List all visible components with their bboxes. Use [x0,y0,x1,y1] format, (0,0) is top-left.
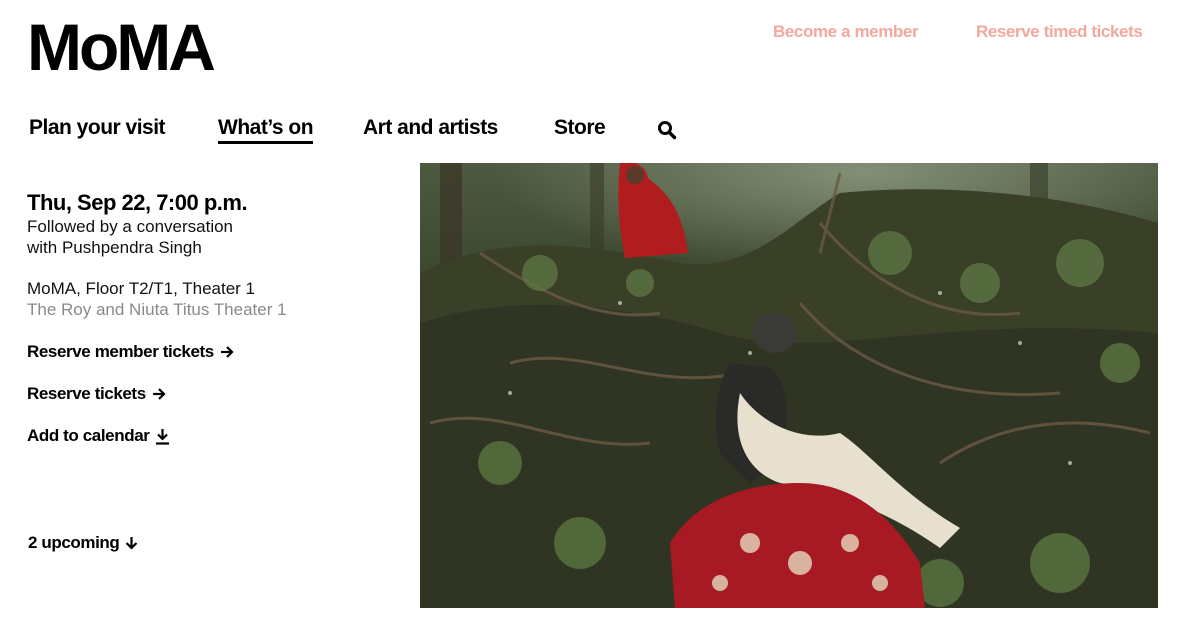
nav-plan-your-visit[interactable]: Plan your visit [29,116,166,140]
reserve-member-tickets-label: Reserve member tickets [27,342,214,361]
arrow-down-icon [126,537,138,550]
event-followup-line1: Followed by a conversation [27,217,234,236]
reserve-tickets-link[interactable]: Reserve tickets [27,384,166,404]
arrow-right-icon [220,346,234,358]
nav-store[interactable]: Store [554,116,606,140]
event-info: Thu, Sep 22, 7:00 p.m. Followed by a con… [27,190,407,320]
reserve-member-tickets-link[interactable]: Reserve member tickets [27,342,234,362]
upcoming-toggle[interactable]: 2 upcoming [28,533,138,553]
event-date: Thu, Sep 22, 7:00 p.m. [27,190,248,215]
reserve-timed-tickets-link[interactable]: Reserve timed tickets [976,22,1143,42]
arrow-right-icon [152,388,166,400]
event-venue: MoMA, Floor T2/T1, Theater 1 [27,279,256,298]
add-to-calendar-link[interactable]: Add to calendar [27,426,170,446]
search-icon[interactable] [657,120,677,140]
nav-art-and-artists[interactable]: Art and artists [363,116,498,140]
become-member-link[interactable]: Become a member [773,22,919,42]
event-followup-line2: with Pushpendra Singh [27,238,202,257]
event-venue-sub: The Roy and Niuta Titus Theater 1 [27,300,287,319]
add-to-calendar-label: Add to calendar [27,426,150,445]
event-still-image [420,163,1158,608]
nav-whats-on[interactable]: What’s on [218,116,314,144]
download-icon [156,428,170,445]
moma-logo[interactable]: MoMA [27,14,216,80]
reserve-tickets-label: Reserve tickets [27,384,146,403]
upcoming-label: 2 upcoming [28,533,120,552]
